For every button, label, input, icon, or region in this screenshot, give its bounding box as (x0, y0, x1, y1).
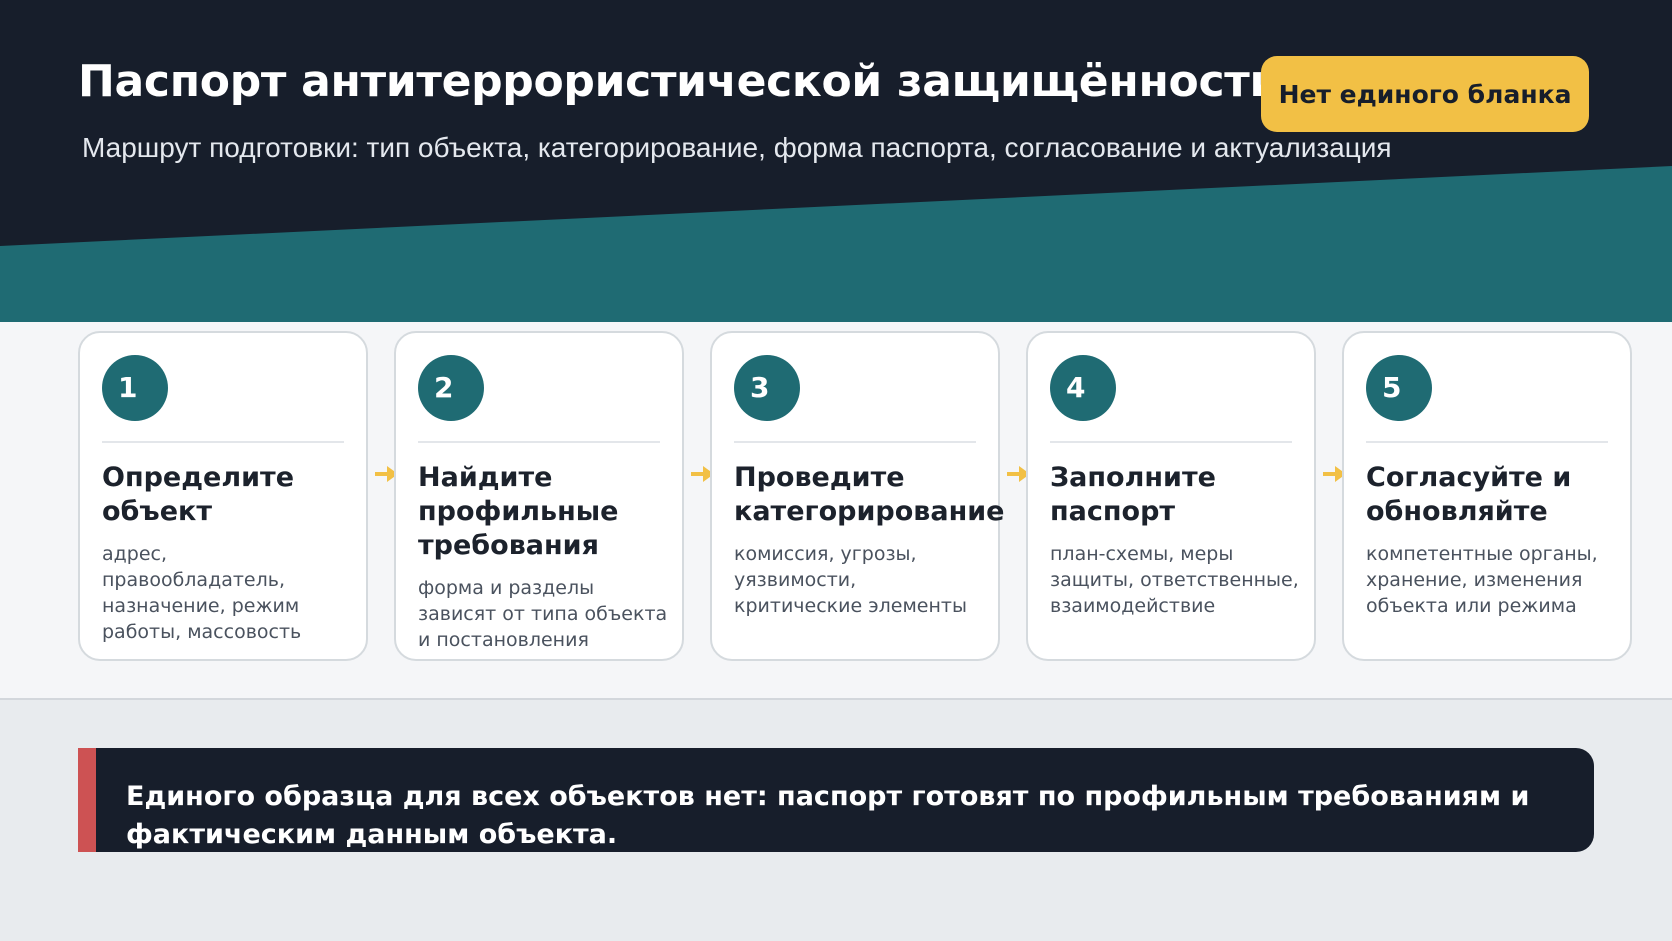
step-title: Найдите профильные требования (418, 462, 619, 561)
step-number-badge: 4 (1050, 355, 1116, 421)
step-divider (418, 441, 660, 443)
step-number-badge: 2 (418, 355, 484, 421)
step-description: компетентные органы, хранение, изменения… (1366, 543, 1598, 617)
step-divider (1050, 441, 1292, 443)
summary-callout: Единого образца для всех объектов нет: п… (78, 748, 1594, 852)
callout-accent-bar (78, 748, 96, 852)
step-divider (102, 441, 344, 443)
step-card-2: 2 Найдите профильные требования форма и … (394, 331, 684, 661)
step-number-badge: 1 (102, 355, 168, 421)
page-subtitle: Маршрут подготовки: тип объекта, категор… (82, 132, 1392, 163)
page-title: Паспорт антитеррористической защищённост… (78, 56, 1280, 107)
step-card-1: 1 Определите объект адрес, правообладате… (78, 331, 368, 661)
step-title: Заполните паспорт (1050, 462, 1216, 527)
step-description: форма и разделы зависят от типа объекта … (418, 577, 668, 651)
step-title: Проведите категорирование (734, 462, 1005, 527)
step-description: план-схемы, меры защиты, ответственные, … (1050, 543, 1299, 617)
callout-text: Единого образца для всех объектов нет: п… (126, 781, 1530, 850)
step-card-3: 3 Проведите категорирование комиссия, уг… (710, 331, 1005, 661)
step-card-4: 4 Заполните паспорт план-схемы, меры защ… (1026, 331, 1316, 661)
step-description: комиссия, угрозы, уязвимости, критически… (734, 543, 967, 617)
step-title: Определите объект (102, 462, 295, 527)
step-number-badge: 5 (1366, 355, 1432, 421)
step-divider (734, 441, 976, 443)
header-teal-band (0, 166, 1672, 330)
no-single-form-badge: Нет единого бланка (1261, 56, 1589, 132)
step-description: адрес, правообладатель, назначение, режи… (102, 543, 302, 643)
step-title: Согласуйте и обновляйте (1366, 462, 1572, 527)
step-divider (1366, 441, 1608, 443)
step-number-badge: 3 (734, 355, 800, 421)
step-card-5: 5 Согласуйте и обновляйте компетентные о… (1342, 331, 1632, 661)
